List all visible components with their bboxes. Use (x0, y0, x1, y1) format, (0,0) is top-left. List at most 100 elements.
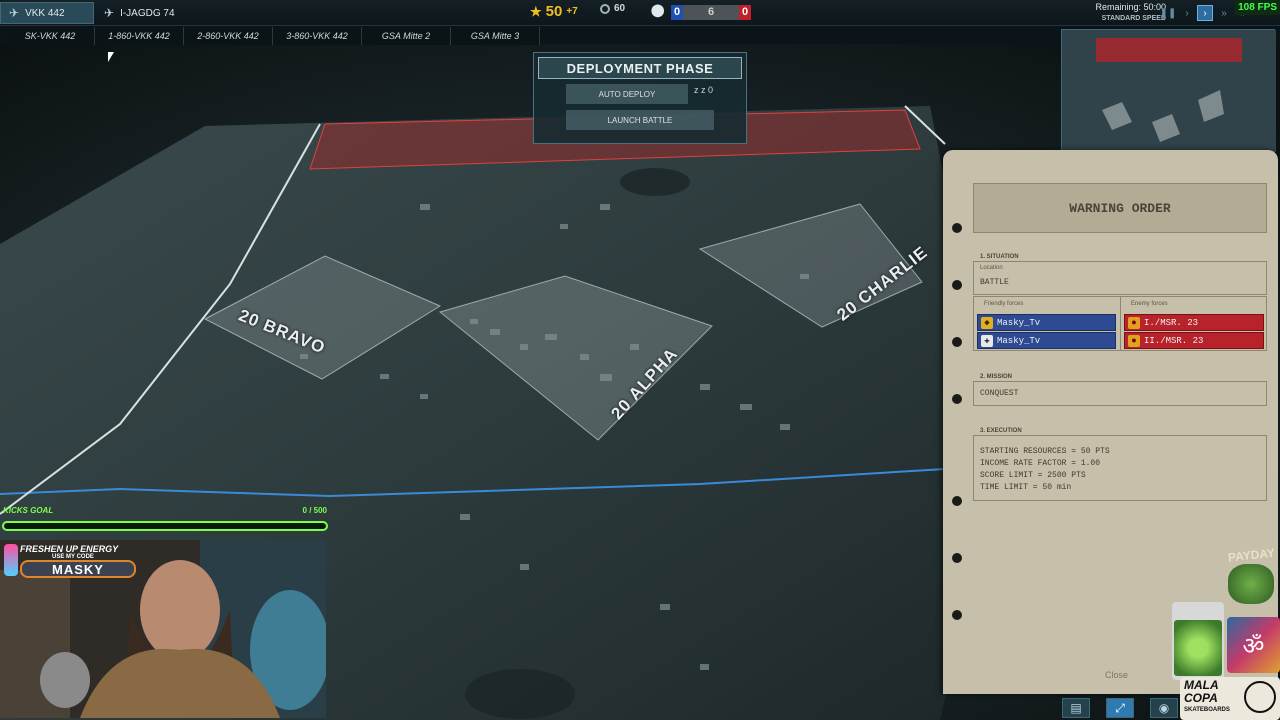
skull-icon (1244, 681, 1276, 713)
execution-line: STARTING RESOURCES = 50 PTS (980, 447, 1110, 456)
enemy-force-1[interactable]: ● I./MSR. 23 (1124, 314, 1264, 331)
fast-speed-button[interactable]: » (1216, 5, 1232, 21)
copa-text: COPA (1184, 691, 1218, 705)
speed-label: STANDARD SPEED (1101, 15, 1166, 22)
minimap[interactable] (1061, 29, 1276, 152)
mission-value: CONQUEST (980, 389, 1019, 398)
enemy-force-name: I./MSR. 23 (1144, 317, 1199, 328)
subtab-gsa-mitte-2[interactable]: GSA Mitte 2 (362, 27, 451, 45)
forces-box: Friendly forces Enemy forces ◆ Masky_Tv … (973, 296, 1267, 351)
promo-code: MASKY (20, 560, 136, 578)
promo-title: FRESHEN UP ENERGY (20, 544, 119, 554)
friendly-force-1[interactable]: ◆ Masky_Tv (977, 314, 1116, 331)
binder-hole (952, 610, 962, 620)
unit-tab-jagdg74[interactable]: ✈ I-JAGDG 74 (96, 2, 190, 24)
order-title: WARNING ORDER (973, 183, 1267, 233)
binder-hole (952, 496, 962, 506)
execution-lines: STARTING RESOURCES = 50 PTS INCOME RATE … (980, 446, 1110, 494)
unit-tab-label: I-JAGDG 74 (120, 7, 175, 19)
friendly-forces-label: Friendly forces (984, 301, 1024, 307)
friendly-force-name: Masky_Tv (997, 317, 1041, 328)
points-value: 50 (545, 3, 563, 20)
auto-deploy-button[interactable]: AUTO DEPLOY (566, 84, 688, 104)
blue-score: 0 (671, 5, 683, 20)
binder-hole (952, 553, 962, 563)
execution-line: SCORE LIMIT = 2500 PTS (980, 471, 1086, 480)
binder-hole (952, 223, 962, 233)
payday-text: PAYDAY (1227, 545, 1276, 565)
kicks-goal-label: KICKS GOAL (3, 506, 54, 515)
enemy-force-2[interactable]: ● II./MSR. 23 (1124, 332, 1264, 349)
fps-counter: 108 FPS (1235, 0, 1280, 15)
notes-button[interactable]: ▤ (1062, 698, 1090, 718)
pause-button[interactable]: ❚❚ (1160, 5, 1177, 21)
mala-copa-logo: MALA COPA SKATEBOARDS (1180, 677, 1280, 720)
friendly-force-2[interactable]: ✚ Masky_Tv (977, 332, 1116, 349)
timer-value: 60 (614, 3, 626, 14)
binder-hole (952, 394, 962, 404)
slow-speed-button[interactable]: › (1179, 5, 1195, 21)
promo-banner: FRESHEN UP ENERGY USE MY CODE MASKY (4, 544, 136, 578)
subtab-2-860-vkk442[interactable]: 2-860-VKK 442 (184, 27, 273, 45)
remaining-time: Remaining: 50:00 STANDARD SPEED (1095, 2, 1166, 24)
friendly-force-name: Masky_Tv (997, 335, 1041, 346)
mala-text: MALA (1184, 678, 1219, 692)
subtab-sk-vkk442[interactable]: SK-VKK 442 (6, 27, 95, 45)
top-bar: ✈ VKK 442 ✈ I-JAGDG 74 ★ 50 +7 60 ⬤ 0 6 … (0, 0, 1280, 26)
helicopter-icon: ✈ (9, 6, 20, 20)
enemy-forces-label: Enemy forces (1131, 301, 1168, 307)
unit-tab-label: VKK 442 (25, 7, 65, 19)
location-value: BATTLE (980, 278, 1009, 287)
mouse-cursor-icon (108, 52, 114, 62)
emblem-icon: ● (1128, 316, 1140, 329)
skateboards-text: SKATEBOARDS (1184, 707, 1230, 713)
star-icon: ★ (530, 3, 542, 19)
binder-hole (952, 280, 962, 290)
shield-icon: ◆ (981, 316, 993, 329)
unit-subtabs: SK-VKK 442 1-860-VKK 442 2-860-VKK 442 3… (6, 27, 540, 45)
remaining-label: Remaining: 50:00 (1095, 2, 1166, 12)
forces-divider (1120, 297, 1121, 350)
resource-points: ★ 50 +7 (530, 3, 578, 20)
score-middle: 6 (683, 5, 739, 20)
resource-timer: 60 (600, 3, 625, 14)
execution-box: STARTING RESOURCES = 50 PTS INCOME RATE … (973, 435, 1267, 501)
close-button[interactable]: Close (1105, 670, 1128, 680)
payday-logo: PAYDAY (1227, 545, 1278, 610)
execution-line: INCOME RATE FACTOR = 1.00 (980, 459, 1101, 468)
subtab-gsa-mitte-3[interactable]: GSA Mitte 3 (451, 27, 540, 45)
emblem-icon: ● (1128, 334, 1140, 347)
sleep-icon[interactable]: z z 0 (694, 85, 713, 95)
deployment-title: DEPLOYMENT PHASE (538, 57, 742, 79)
launch-battle-button[interactable]: LAUNCH BATTLE (566, 110, 714, 130)
view-button[interactable]: ◉ (1150, 698, 1178, 718)
om-icon: ॐ (1227, 617, 1280, 673)
jet-icon: ✈ (104, 6, 115, 20)
situation-label: 1. SITUATION (980, 254, 1019, 260)
subtab-3-860-vkk442[interactable]: 3-860-VKK 442 (273, 27, 362, 45)
kicks-goal-widget: KICKS GOAL 0 / 500 (0, 503, 330, 535)
warning-order-panel: WARNING ORDER 1. SITUATION Location BATT… (943, 150, 1278, 694)
normal-speed-button[interactable]: › (1197, 5, 1213, 21)
kicks-goal-count: 0 / 500 (302, 506, 327, 515)
circle-icon (600, 3, 610, 14)
cross-icon: ✚ (981, 334, 993, 347)
binder-hole (952, 337, 962, 347)
subtab-1-860-vkk442[interactable]: 1-860-VKK 442 (95, 27, 184, 45)
can-pattern (1174, 620, 1222, 676)
score-box: 0 6 0 (671, 5, 751, 20)
execution-line: TIME LIMIT = 50 min (980, 483, 1072, 492)
location-box: Location BATTLE (973, 261, 1267, 295)
kicks-progress-bar (2, 521, 328, 531)
mission-label: 2. MISSION (980, 374, 1013, 380)
location-label: Location (980, 265, 1003, 271)
minimap-graphic (1062, 30, 1276, 152)
unit-tab-vkk442[interactable]: ✈ VKK 442 (0, 2, 94, 24)
deployment-panel: DEPLOYMENT PHASE AUTO DEPLOY z z 0 LAUNC… (533, 52, 747, 144)
location-pin-icon: ⬤ (651, 3, 665, 17)
enemy-force-name: II./MSR. 23 (1144, 335, 1204, 346)
energy-can-icon (4, 544, 18, 576)
draw-line-button[interactable]: ⤢ (1106, 698, 1134, 718)
mission-box: CONQUEST (973, 381, 1267, 406)
cannabis-graphic (1228, 564, 1274, 604)
